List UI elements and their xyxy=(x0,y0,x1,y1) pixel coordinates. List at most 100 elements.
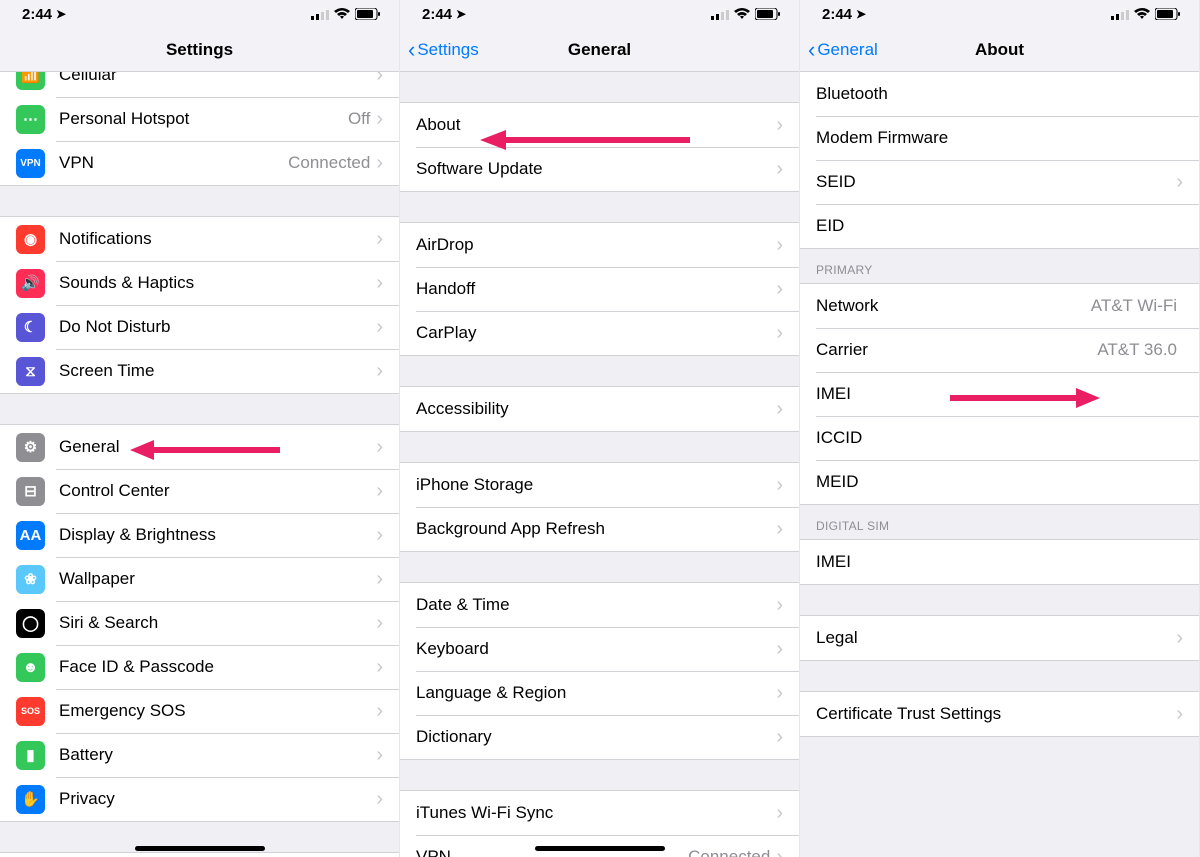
chevron-right-icon: › xyxy=(776,639,783,659)
group-storage: iPhone Storage›Background App Refresh› xyxy=(400,462,799,552)
vpn-icon: VPN xyxy=(16,149,45,178)
general-icon: ⚙ xyxy=(16,433,45,462)
row-control-center[interactable]: ⊟Control Center› xyxy=(0,469,399,513)
row-notifications[interactable]: ◉Notifications› xyxy=(0,217,399,261)
back-button[interactable]: ‹ Settings xyxy=(400,39,479,61)
chevron-right-icon: › xyxy=(776,683,783,703)
row-label: Siri & Search xyxy=(59,613,376,633)
row-date-time[interactable]: Date & Time› xyxy=(400,583,799,627)
status-time: 2:44 xyxy=(22,6,52,23)
nav-bar: Settings xyxy=(0,28,399,72)
home-indicator xyxy=(535,846,665,851)
row-iphone-storage[interactable]: iPhone Storage› xyxy=(400,463,799,507)
row-eid[interactable]: EID xyxy=(800,204,1199,248)
row-certificate-trust-settings[interactable]: Certificate Trust Settings› xyxy=(800,692,1199,736)
general-content[interactable]: About›Software Update› AirDrop›Handoff›C… xyxy=(400,72,799,857)
group-alerts: ◉Notifications›🔊Sounds & Haptics›☾Do Not… xyxy=(0,216,399,394)
row-label: Personal Hotspot xyxy=(59,109,348,129)
row-vpn[interactable]: VPNVPNConnected› xyxy=(0,141,399,185)
row-dictionary[interactable]: Dictionary› xyxy=(400,715,799,759)
row-cellular[interactable]: 📶Cellular› xyxy=(0,72,399,97)
personal-hotspot-icon: ⋯ xyxy=(16,105,45,134)
chevron-right-icon: › xyxy=(776,115,783,135)
row-language-region[interactable]: Language & Region› xyxy=(400,671,799,715)
privacy-icon: ✋ xyxy=(16,785,45,814)
row-keyboard[interactable]: Keyboard› xyxy=(400,627,799,671)
chevron-right-icon: › xyxy=(776,803,783,823)
row-general[interactable]: ⚙General› xyxy=(0,425,399,469)
row-seid[interactable]: SEID› xyxy=(800,160,1199,204)
row-label: IMEI xyxy=(816,384,1183,404)
about-content[interactable]: BluetoothModem FirmwareSEID›EID Primary … xyxy=(800,72,1199,857)
row-software-update[interactable]: Software Update› xyxy=(400,147,799,191)
group-store: AiTunes & App Store› xyxy=(0,852,399,857)
row-label: Cellular xyxy=(59,72,376,85)
row-carrier[interactable]: CarrierAT&T 36.0 xyxy=(800,328,1199,372)
location-icon: ➤ xyxy=(456,7,466,21)
row-display-brightness[interactable]: AADisplay & Brightness› xyxy=(0,513,399,557)
do-not-disturb-icon: ☾ xyxy=(16,313,45,342)
row-background-app-refresh[interactable]: Background App Refresh› xyxy=(400,507,799,551)
home-indicator xyxy=(135,846,265,851)
status-icons xyxy=(711,8,781,20)
row-label: Network xyxy=(816,296,1091,316)
row-label: Display & Brightness xyxy=(59,525,376,545)
battery-icon xyxy=(755,8,781,20)
row-privacy[interactable]: ✋Privacy› xyxy=(0,777,399,821)
chevron-right-icon: › xyxy=(376,701,383,721)
row-wallpaper[interactable]: ❀Wallpaper› xyxy=(0,557,399,601)
row-siri-search[interactable]: ◯Siri & Search› xyxy=(0,601,399,645)
row-itunes-wifi-sync[interactable]: iTunes Wi-Fi Sync› xyxy=(400,791,799,835)
row-label: IMEI xyxy=(816,552,1183,572)
chevron-right-icon: › xyxy=(1176,628,1183,648)
group-sharing: AirDrop›Handoff›CarPlay› xyxy=(400,222,799,356)
status-icons xyxy=(1111,8,1181,20)
back-button[interactable]: ‹ General xyxy=(800,39,878,61)
row-label: Face ID & Passcode xyxy=(59,657,376,677)
row-label: About xyxy=(416,115,776,135)
page-title: Settings xyxy=(0,40,399,60)
row-modem-firmware[interactable]: Modem Firmware xyxy=(800,116,1199,160)
row-sounds-haptics[interactable]: 🔊Sounds & Haptics› xyxy=(0,261,399,305)
row-airdrop[interactable]: AirDrop› xyxy=(400,223,799,267)
row-do-not-disturb[interactable]: ☾Do Not Disturb› xyxy=(0,305,399,349)
row-face-id-passcode[interactable]: ☻Face ID & Passcode› xyxy=(0,645,399,689)
row-imei[interactable]: IMEI xyxy=(800,372,1199,416)
row-battery[interactable]: ▮Battery› xyxy=(0,733,399,777)
row-screen-time[interactable]: ⧖Screen Time› xyxy=(0,349,399,393)
chevron-right-icon: › xyxy=(1176,172,1183,192)
row-accessibility[interactable]: Accessibility› xyxy=(400,387,799,431)
nav-bar: ‹ Settings General xyxy=(400,28,799,72)
row-personal-hotspot[interactable]: ⋯Personal HotspotOff› xyxy=(0,97,399,141)
row-emergency-sos[interactable]: SOSEmergency SOS› xyxy=(0,689,399,733)
screenshot-about: 2:44 ➤ ‹ General About BluetoothModem Fi… xyxy=(800,0,1200,857)
row-label: AirDrop xyxy=(416,235,776,255)
row-value: Connected xyxy=(288,153,370,173)
screenshot-general: 2:44 ➤ ‹ Settings General About›Software… xyxy=(400,0,800,857)
settings-content[interactable]: 📶Cellular›⋯Personal HotspotOff›VPNVPNCon… xyxy=(0,72,399,857)
row-handoff[interactable]: Handoff› xyxy=(400,267,799,311)
row-carplay[interactable]: CarPlay› xyxy=(400,311,799,355)
chevron-right-icon: › xyxy=(376,437,383,457)
row-imei-digital[interactable]: IMEI xyxy=(800,540,1199,584)
chevron-right-icon: › xyxy=(376,361,383,381)
status-time: 2:44 xyxy=(422,6,452,23)
row-label: Sounds & Haptics xyxy=(59,273,376,293)
row-meid[interactable]: MEID xyxy=(800,460,1199,504)
signal-icon xyxy=(711,8,729,20)
row-about[interactable]: About› xyxy=(400,103,799,147)
group-network: 📶Cellular›⋯Personal HotspotOff›VPNVPNCon… xyxy=(0,72,399,186)
location-icon: ➤ xyxy=(856,7,866,21)
row-label: Legal xyxy=(816,628,1176,648)
row-iccid[interactable]: ICCID xyxy=(800,416,1199,460)
control-center-icon: ⊟ xyxy=(16,477,45,506)
battery-icon: ▮ xyxy=(16,741,45,770)
row-legal[interactable]: Legal› xyxy=(800,616,1199,660)
row-label: Accessibility xyxy=(416,399,776,419)
row-bluetooth[interactable]: Bluetooth xyxy=(800,72,1199,116)
row-itunes-app-store[interactable]: AiTunes & App Store› xyxy=(0,853,399,857)
status-bar: 2:44 ➤ xyxy=(400,0,799,28)
row-network[interactable]: NetworkAT&T Wi-Fi xyxy=(800,284,1199,328)
chevron-right-icon: › xyxy=(376,109,383,129)
section-header-digital-sim: Digital SIM xyxy=(800,505,1199,539)
